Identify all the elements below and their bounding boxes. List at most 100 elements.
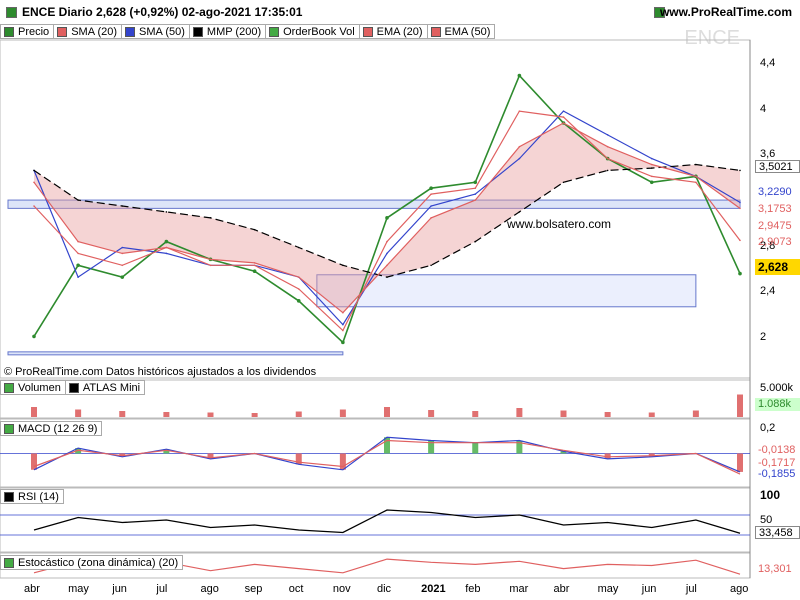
series-2-point-1: [77, 199, 79, 201]
rsi-tick-50: 50: [760, 514, 773, 526]
series-1-point-10: [474, 193, 477, 195]
volume-bar-3: [163, 412, 170, 417]
series-4-point-16: [739, 207, 741, 210]
legend-item-macd[interactable]: MACD (12 26 9): [0, 421, 103, 436]
x-tick-label: abr: [24, 583, 40, 595]
volume-value-box: 1.088k: [755, 398, 800, 411]
legend-item-rsi[interactable]: RSI (14): [0, 489, 64, 504]
rsi-panel-label: RSI (14): [0, 489, 64, 504]
series-3-point-10: [474, 187, 477, 190]
series-1-point-11: [518, 157, 521, 160]
series-0-point-3: [164, 239, 169, 244]
series-3-point-8: [386, 240, 388, 243]
series-3-point-14: [650, 175, 653, 178]
series-1-point-7: [342, 323, 344, 326]
series-2-point-7: [342, 264, 344, 267]
series-2-point-4: [209, 217, 212, 219]
volume-bar-5: [251, 413, 258, 417]
series-1-point-12: [562, 110, 565, 112]
series-4-point-12: [562, 122, 565, 124]
macd-value-3: -0,1855: [758, 468, 796, 480]
macd-hist-8: [384, 437, 390, 454]
series-4-point-4: [209, 258, 212, 261]
series-0-point-9: [429, 186, 433, 191]
price-tick-1: 4,4: [760, 57, 776, 69]
series-3-point-5: [253, 264, 256, 267]
series-0-point-6: [296, 299, 301, 303]
volume-bar-14: [648, 412, 655, 417]
series-1-point-8: [386, 252, 388, 255]
x-tick-label: may: [68, 583, 89, 595]
price-tick-6: 2: [760, 331, 767, 343]
ema20-value-box: 2,9073: [758, 236, 792, 248]
legend-item-stoch[interactable]: Estocástico (zona dinámica) (20): [0, 555, 184, 570]
series-3-point-1: [77, 252, 79, 255]
sma20-value-box: 2,9475: [758, 220, 792, 232]
legend-item-atlas[interactable]: ATLAS Mini: [65, 380, 146, 395]
x-tick-label: feb: [465, 583, 481, 595]
series-3-point-7: [342, 329, 344, 332]
macd-tick-1: 0,2: [760, 422, 776, 434]
last-price-box: 2,628: [755, 259, 800, 275]
series-3-point-16: [739, 239, 741, 242]
macd-hist-16: [737, 453, 743, 472]
x-tick-label: ago: [730, 583, 749, 595]
series-1-point-1: [77, 276, 79, 278]
series-3-point-0: [33, 205, 35, 207]
series-2-point-2: [121, 205, 124, 207]
series-1-point-3: [165, 252, 168, 255]
x-tick-label: dic: [377, 583, 392, 595]
series-1-point-16: [739, 201, 741, 204]
series-0-point-10: [473, 180, 478, 185]
macd-hist-7: [339, 453, 346, 470]
series-1-point-2: [121, 246, 124, 249]
series-0-point-8: [385, 216, 389, 220]
series-2-point-0: [33, 169, 35, 172]
macd-hist-10: [472, 442, 479, 454]
volume-bar-0: [31, 407, 37, 417]
x-tick-label: abr: [553, 583, 570, 595]
volume-bar-10: [472, 411, 479, 417]
x-tick-label: jun: [112, 583, 127, 595]
rsi-tick-100: 100: [760, 488, 781, 502]
legend-item-volumen[interactable]: Volumen: [0, 380, 66, 395]
series-4-point-13: [606, 145, 609, 148]
series-1-point-9: [430, 205, 432, 207]
series-4-point-6: [297, 276, 300, 278]
series-4-point-3: [165, 246, 168, 249]
series-0-point-1: [76, 263, 80, 268]
x-tick-label: jun: [641, 583, 657, 595]
series-2-point-8: [386, 276, 388, 278]
footer-note: © ProRealTime.com Datos históricos ajust…: [4, 366, 317, 378]
x-tick-label: may: [597, 583, 619, 595]
series-3-point-12: [562, 116, 565, 118]
price-tick-2: 4: [760, 103, 767, 115]
series-3-point-4: [209, 264, 212, 267]
series-0-point-2: [120, 275, 125, 279]
series-0-point-5: [252, 269, 257, 274]
stoch-value-box: 13,301: [758, 563, 792, 575]
x-tick-label: jul: [156, 583, 168, 595]
x-tick-label: ago: [200, 583, 219, 595]
volume-bar-16: [737, 394, 743, 417]
series-4-point-14: [650, 163, 653, 166]
volume-bar-12: [560, 410, 567, 417]
volume-bar-6: [295, 411, 302, 417]
volume-tick: 5.000k: [760, 382, 794, 394]
series-2-point-12: [562, 181, 565, 184]
series-3-point-6: [297, 288, 300, 290]
volume-bar-4: [207, 412, 214, 417]
series-3-point-15: [695, 181, 697, 184]
chart-canvas[interactable]: ENCE www.bolsatero.com © ProRealTime.com…: [0, 0, 800, 600]
series-4-point-15: [695, 175, 697, 178]
volume-bar-1: [75, 409, 82, 417]
series-2-point-15: [695, 163, 697, 166]
series-0-point-7: [341, 340, 345, 345]
macd-panel-label: MACD (12 26 9): [0, 421, 103, 436]
volume-bar-8: [384, 407, 390, 417]
bolsatero-annotation: www.bolsatero.com: [506, 217, 611, 231]
series-2-point-16: [739, 169, 741, 172]
panel-frame-3: [0, 487, 751, 553]
x-tick-label: jul: [685, 583, 697, 595]
series-2-point-3: [165, 211, 168, 213]
